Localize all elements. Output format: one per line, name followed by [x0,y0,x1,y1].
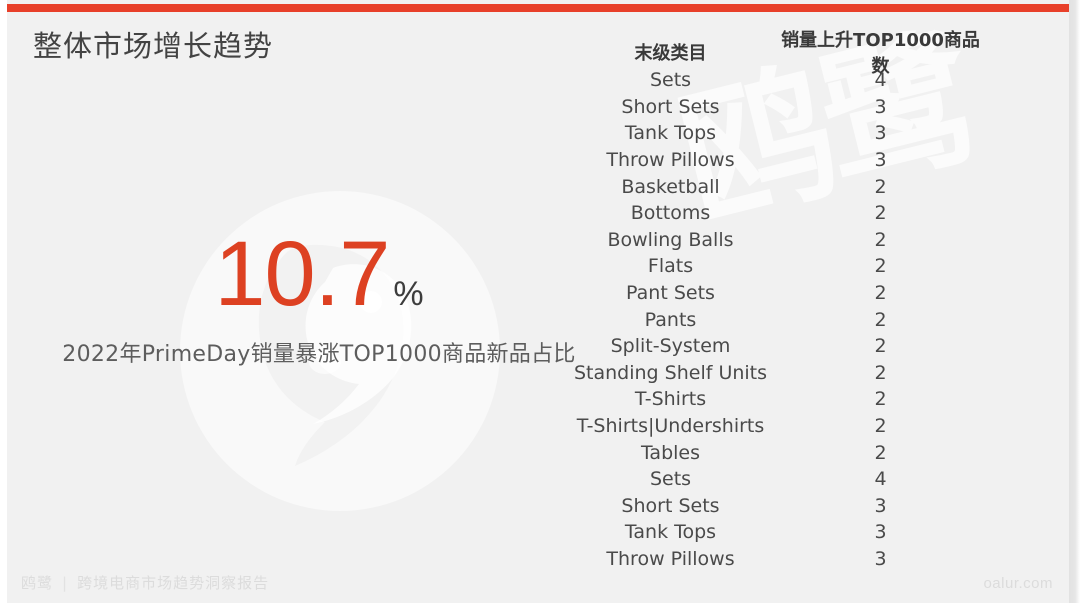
kpi-caption: 2022年PrimeDay销量暴涨TOP1000商品新品占比 [62,342,576,367]
cell-count: 2 [874,361,887,384]
table-row: Split-System 2 [563,333,1013,360]
cell-category: Short Sets [621,95,720,118]
table-row: Short Sets 3 [563,94,1013,121]
slide-edge-bottom [0,603,1080,612]
cell-count: 3 [874,149,887,172]
cell-category: Flats [647,255,694,278]
cell-category: Throw Pillows [606,149,735,172]
cell-count: 3 [874,494,887,517]
table-row: Pant Sets 2 [563,280,1013,307]
table-row: Bowling Balls 2 [563,227,1013,254]
cell-category: Basketball [621,175,720,198]
table-row: Flats 2 [563,253,1013,280]
cell-count: 4 [874,468,887,491]
table-row: Standing Shelf Units 2 [563,360,1013,387]
slide-edge-right [1069,0,1080,612]
table-row: Sets 4 [563,67,1013,94]
table-row: Short Sets 3 [563,493,1013,520]
cell-count: 2 [874,202,887,225]
table-row: Tables 2 [563,439,1013,466]
cell-category: Sets [649,468,692,491]
cell-category: Bowling Balls [607,228,734,251]
table-body: Sets 4 Short Sets 3 Tank Tops 3 Throw Pillows 3… [563,67,1013,572]
cell-category: Bottoms [630,202,711,225]
cell-category: Standing Shelf Units [573,361,768,384]
top-accent-bar [7,4,1069,12]
kpi-value: 10.7 [214,223,390,325]
cell-category: Pant Sets [626,282,715,305]
cell-category: T-Shirts [634,388,707,411]
cell-count: 3 [874,547,887,570]
table-row: Tank Tops 3 [563,519,1013,546]
cell-count: 2 [874,228,887,251]
cell-category: T-Shirts|Undershirts [576,415,765,438]
cell-count: 2 [874,255,887,278]
cell-category: Tank Tops [624,122,717,145]
cell-category: Sets [649,69,692,92]
cell-count: 2 [874,335,887,358]
slide-root: 鸥鹭 整体市场增长趋势 10.7 % 2022年PrimeDay销量暴涨TOP1… [0,0,1080,612]
cell-count: 3 [874,521,887,544]
cell-category: Tank Tops [624,521,717,544]
table-row: Tank Tops 3 [563,120,1013,147]
table-row: Throw Pillows 3 [563,546,1013,573]
kpi-value-row: 10.7 % [214,228,423,320]
cell-count: 2 [874,308,887,331]
page-title: 整体市场增长趋势 [33,29,274,63]
cell-category: Short Sets [621,494,720,517]
table-row: Pants 2 [563,306,1013,333]
table-row: Basketball 2 [563,173,1013,200]
cell-count: 2 [874,415,887,438]
column-header-category: 末级类目 [634,43,707,64]
kpi-unit: % [393,275,424,313]
table-row: Throw Pillows 3 [563,147,1013,174]
category-table: 末级类目 销量上升TOP1000商品数 Sets 4 Short Sets 3 Tank… [563,30,1013,572]
cell-count: 2 [874,388,887,411]
slide-canvas: 鸥鹭 整体市场增长趋势 10.7 % 2022年PrimeDay销量暴涨TOP1… [7,0,1069,603]
table-row: T-Shirts 2 [563,386,1013,413]
table-row: Sets 4 [563,466,1013,493]
cell-category: Pants [644,308,697,331]
cell-count: 2 [874,175,887,198]
cell-count: 2 [874,282,887,305]
table-header-row: 末级类目 销量上升TOP1000商品数 [563,30,1013,77]
footer-site: oalur.com [983,575,1053,592]
kpi-block: 10.7 % 2022年PrimeDay销量暴涨TOP1000商品新品占比 [19,228,619,368]
footer-brand: 鸥鹭 [21,574,54,592]
cell-count: 3 [874,95,887,118]
footer-left: 鸥鹭 | 跨境电商市场趋势洞察报告 [21,572,269,593]
cell-category: Tables [640,441,701,464]
cell-count: 4 [874,69,887,92]
footer-report-name: 跨境电商市场趋势洞察报告 [77,574,270,592]
table-row: Bottoms 2 [563,200,1013,227]
footer-separator: | [62,573,69,592]
cell-category: Split-System [610,335,731,358]
table-row: T-Shirts|Undershirts 2 [563,413,1013,440]
cell-category: Throw Pillows [606,547,735,570]
cell-count: 2 [874,441,887,464]
cell-count: 3 [874,122,887,145]
